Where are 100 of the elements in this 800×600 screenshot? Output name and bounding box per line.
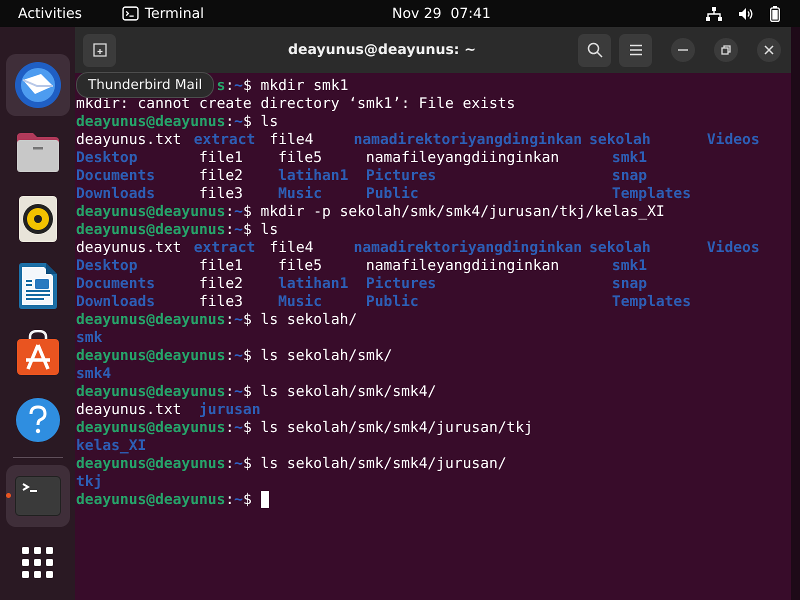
prompt-colon: :: [225, 221, 234, 239]
close-button[interactable]: [757, 38, 781, 62]
directory-name: namadirektoriyangdinginkan: [354, 131, 582, 148]
file-name: file2: [199, 275, 243, 292]
app-menu-label[interactable]: Terminal: [144, 6, 204, 22]
document-icon[interactable]: [18, 263, 58, 309]
prompt-dollar: $: [242, 419, 252, 437]
file-name: file4: [269, 239, 314, 256]
directory-name: smk1: [612, 149, 648, 166]
close-icon: [764, 45, 774, 55]
directory-name: Pictures: [366, 275, 436, 292]
file-name: file5: [278, 257, 322, 274]
directory-name: Templates: [612, 293, 691, 310]
prompt-dollar: $: [242, 113, 252, 131]
file-name: deayunus.txt: [76, 239, 182, 256]
window-title: deayunus@deayunus: ~: [287, 42, 476, 58]
terminal-icon: [122, 6, 139, 21]
directory-name: smk1: [612, 257, 648, 274]
prompt-path: ~: [234, 491, 243, 509]
prompt-path: ~: [234, 77, 243, 95]
file-name: file3: [199, 185, 243, 202]
prompt-user: deayunus@deayunus: [76, 221, 226, 239]
minimize-button[interactable]: [671, 38, 695, 62]
restore-button[interactable]: [714, 38, 738, 62]
directory-name: snap: [612, 167, 648, 184]
prompt-path: ~: [234, 113, 243, 131]
prompt-colon: :: [225, 383, 234, 401]
prompt-colon: :: [225, 77, 234, 95]
command-text: ls: [260, 221, 278, 239]
directory-name: smk: [76, 329, 102, 346]
prompt-dollar: $: [242, 221, 252, 239]
output-text: mkdir: cannot create directory ‘smk1’: File exists: [76, 95, 516, 113]
prompt-colon: :: [225, 203, 234, 221]
folder-icon[interactable]: [14, 131, 60, 173]
help-icon[interactable]: [14, 397, 60, 443]
prompt-colon: :: [225, 113, 234, 131]
file-name: file1: [199, 257, 243, 274]
terminal-icon[interactable]: [14, 476, 60, 516]
battery-icon[interactable]: [770, 6, 780, 22]
command-text: ls sekolah/smk/smk4/jurusan/: [260, 455, 507, 473]
menu-button[interactable]: [619, 34, 652, 66]
directory-name: Public: [366, 185, 419, 202]
prompt-path: ~: [234, 221, 243, 239]
directory-name: Documents: [76, 167, 156, 184]
directory-name: Templates: [612, 185, 691, 202]
command-text: ls: [260, 113, 278, 131]
volume-icon[interactable]: [738, 6, 754, 20]
search-button[interactable]: [578, 34, 611, 66]
directory-name: Documents: [76, 275, 156, 292]
prompt-dollar: $: [242, 203, 252, 221]
file-name: file1: [199, 149, 243, 166]
directory-name: tkj: [76, 473, 102, 490]
prompt-path: ~: [234, 203, 243, 221]
directory-name: jurusan: [199, 401, 261, 418]
prompt-user: deayunus@deayunus: [76, 455, 226, 473]
directory-name: snap: [612, 275, 648, 292]
prompt-user: deayunus@deayunus: [76, 383, 226, 401]
prompt-colon: :: [225, 419, 234, 437]
dock-item[interactable]: [6, 54, 70, 116]
prompt-user: deayunus@deayunus: [76, 419, 226, 437]
prompt-user: deayunus@deayunus: [76, 347, 226, 365]
directory-name: Videos: [706, 131, 760, 148]
minimize-icon: [678, 49, 688, 51]
prompt-user: deayunus@deayunus: [76, 491, 226, 509]
file-name: deayunus.txt: [76, 401, 182, 418]
directory-name: Pictures: [366, 167, 436, 184]
prompt-colon: :: [225, 311, 234, 329]
shopping-bag-icon[interactable]: [16, 330, 60, 376]
prompt-user: s: [216, 77, 226, 95]
directory-name: Desktop: [76, 257, 138, 274]
command-text: ls sekolah/smk/smk4/jurusan/tkj: [260, 419, 533, 437]
prompt-user: deayunus@deayunus: [76, 113, 226, 131]
clock[interactable]: Nov 29 07:41: [392, 6, 491, 22]
command-text: ls sekolah/smk/smk4/: [260, 383, 436, 401]
app-grid-icon[interactable]: [22, 547, 54, 579]
new-tab-icon: [92, 43, 106, 57]
prompt-path: ~: [234, 311, 243, 329]
directory-name: latihan1: [278, 167, 348, 184]
prompt-dollar: $: [242, 77, 252, 95]
new-tab-button[interactable]: [83, 34, 116, 66]
menu-icon: [628, 44, 642, 56]
prompt-user: deayunus@deayunus: [76, 203, 226, 221]
prompt-dollar: $: [242, 311, 252, 329]
command-text: ls sekolah/: [260, 311, 358, 329]
prompt-dollar: $: [242, 455, 252, 473]
tooltip: Thunderbird Mail: [76, 72, 214, 98]
restore-icon: [721, 45, 731, 55]
prompt-dollar: $: [242, 383, 252, 401]
file-name: namafileyangdiinginkan: [366, 149, 560, 166]
envelope-bird-icon[interactable]: [12, 60, 62, 110]
file-name: namafileyangdiinginkan: [366, 257, 560, 274]
directory-name: sekolah: [589, 131, 651, 148]
command-text: mkdir -p sekolah/smk/smk4/jurusan/tkj/kelas_XI: [260, 203, 665, 221]
prompt-user: deayunus@deayunus: [76, 311, 226, 329]
directory-name: Desktop: [76, 149, 138, 166]
file-name: deayunus.txt: [76, 131, 182, 148]
speaker-icon[interactable]: [18, 196, 56, 242]
network-icon[interactable]: [706, 6, 722, 20]
activities-button[interactable]: Activities: [18, 6, 82, 22]
directory-name: namadirektoriyangdinginkan: [354, 239, 582, 256]
